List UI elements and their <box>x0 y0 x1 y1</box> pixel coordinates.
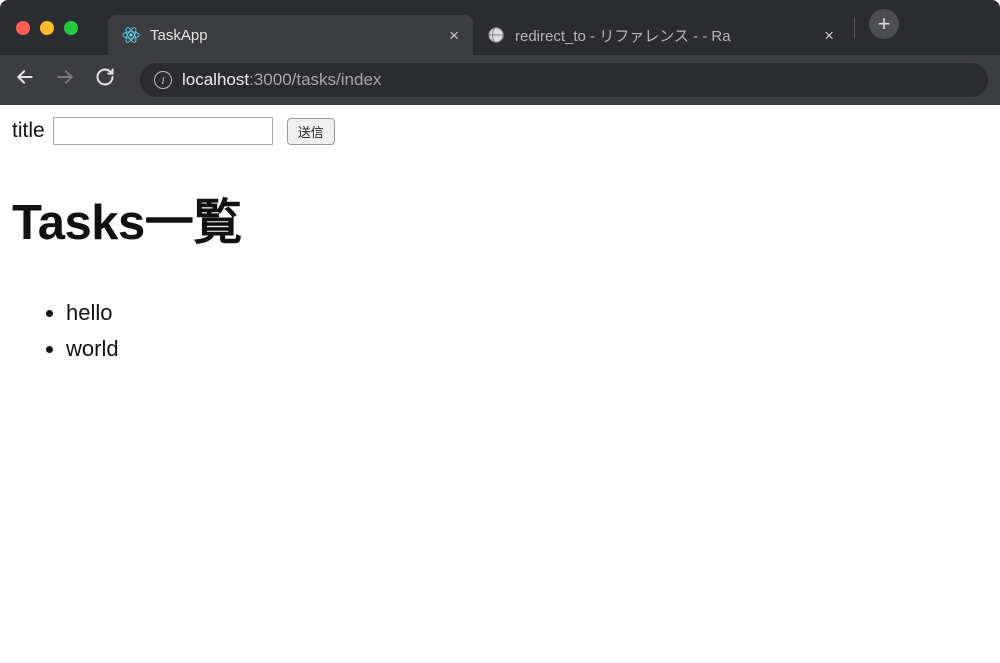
url-host: localhost <box>182 70 249 89</box>
back-button[interactable] <box>12 67 38 93</box>
browser-tabstrip: TaskApp × redirect_to - リファレンス - - Ra × … <box>0 0 1000 55</box>
new-tab-button[interactable]: + <box>869 9 899 39</box>
page-content: title 送信 Tasks一覧 hello world <box>0 105 1000 384</box>
react-icon <box>122 26 140 44</box>
close-icon[interactable]: × <box>449 27 459 44</box>
url-rest: :3000/tasks/index <box>249 70 381 89</box>
forward-button[interactable] <box>52 67 78 93</box>
reload-button[interactable] <box>92 67 118 93</box>
submit-button[interactable]: 送信 <box>287 118 335 145</box>
title-input[interactable] <box>53 117 273 145</box>
tab-title: redirect_to - リファレンス - - Ra <box>515 25 814 46</box>
list-item: hello <box>66 300 988 326</box>
window-minimize-button[interactable] <box>40 21 54 35</box>
title-label: title <box>12 119 45 143</box>
tab-title: TaskApp <box>150 27 439 44</box>
task-form: title 送信 <box>12 117 988 145</box>
address-bar[interactable]: i localhost:3000/tasks/index <box>140 63 988 97</box>
url-text: localhost:3000/tasks/index <box>182 70 381 90</box>
window-controls <box>16 21 78 35</box>
tabs-container: TaskApp × redirect_to - リファレンス - - Ra × … <box>108 0 1000 55</box>
close-icon[interactable]: × <box>824 27 834 44</box>
browser-toolbar: i localhost:3000/tasks/index <box>0 55 1000 105</box>
tab-inactive[interactable]: redirect_to - リファレンス - - Ra × <box>473 15 848 55</box>
tab-active[interactable]: TaskApp × <box>108 15 473 55</box>
window-close-button[interactable] <box>16 21 30 35</box>
globe-icon <box>487 26 505 44</box>
page-heading: Tasks一覧 <box>12 183 988 254</box>
list-item: world <box>66 336 988 362</box>
site-info-icon[interactable]: i <box>154 71 172 89</box>
window-maximize-button[interactable] <box>64 21 78 35</box>
tab-separator <box>854 17 855 39</box>
task-list: hello world <box>12 300 988 362</box>
